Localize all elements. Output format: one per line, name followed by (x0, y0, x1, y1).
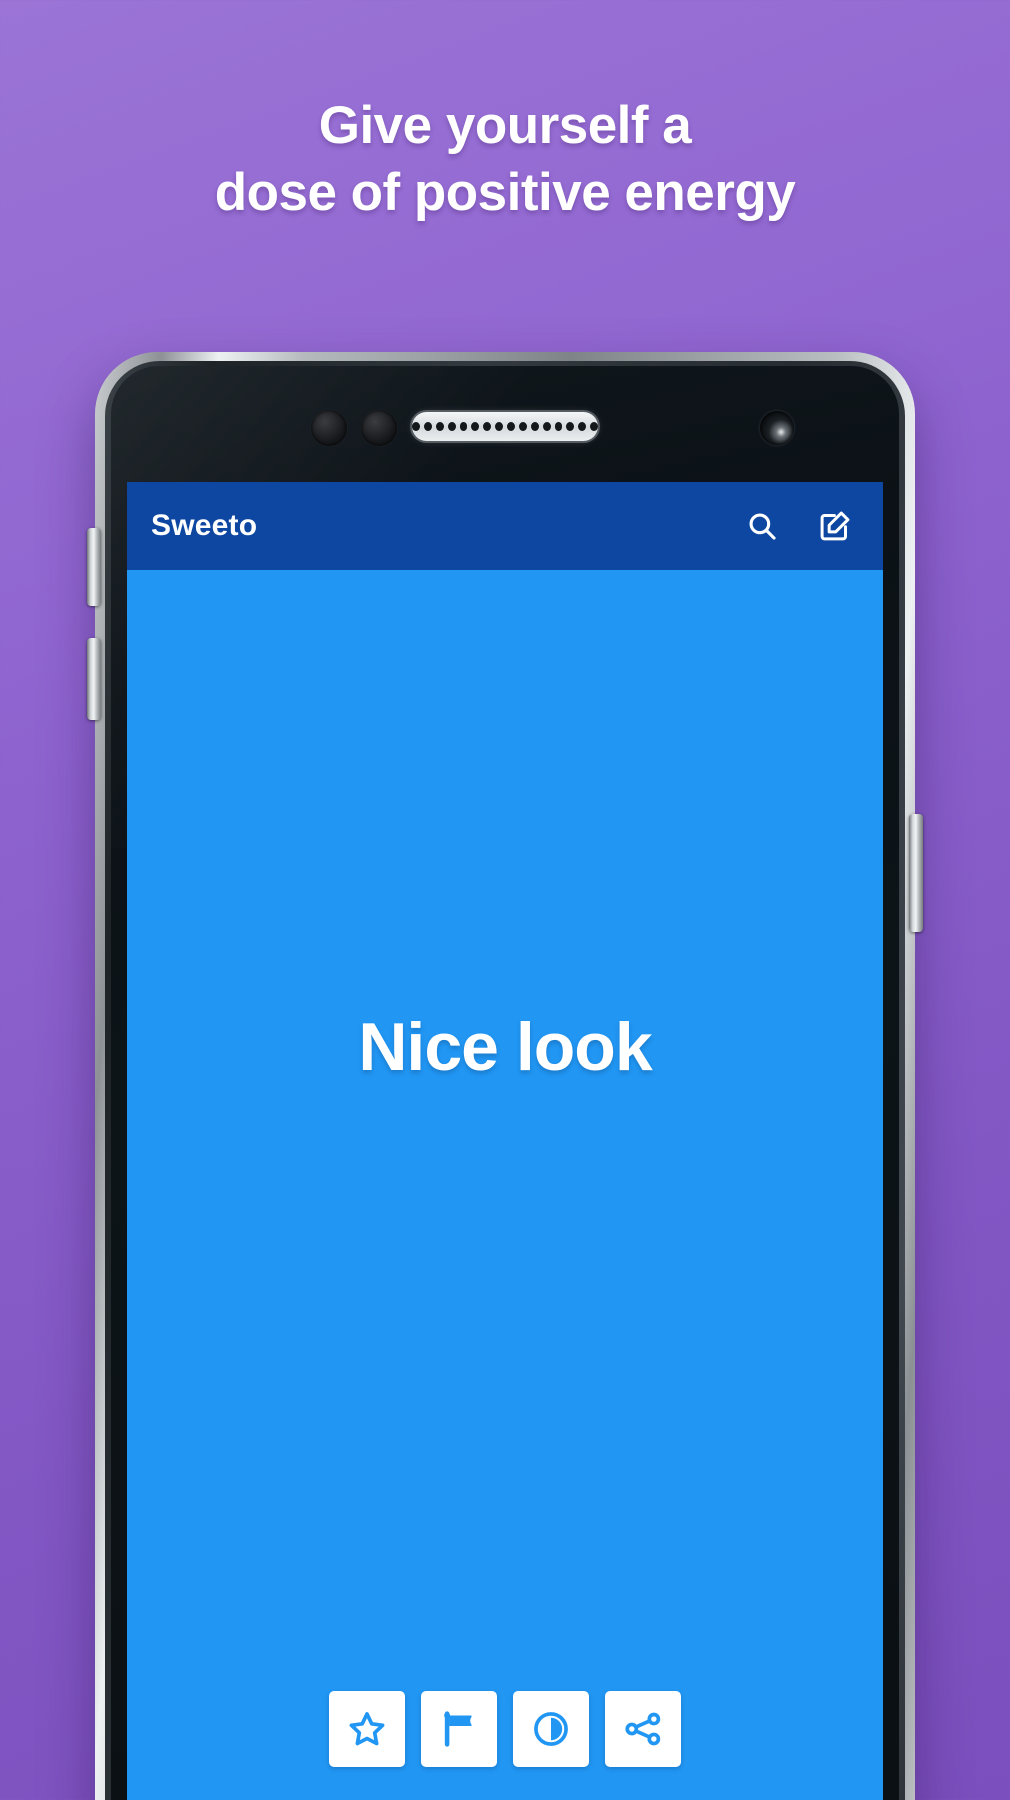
light-sensor-icon (361, 410, 397, 446)
contrast-icon (530, 1708, 572, 1750)
phone-mockup: Sweeto Nice look (87, 352, 923, 1800)
flag-icon (438, 1708, 480, 1750)
volume-down-button[interactable] (87, 638, 101, 720)
app-screen: Sweeto Nice look (127, 482, 883, 1800)
app-title: Sweeto (151, 509, 258, 542)
compose-icon[interactable] (817, 508, 853, 544)
volume-up-button[interactable] (87, 528, 101, 606)
phone-front-glass: Sweeto Nice look (111, 366, 899, 1800)
share-icon (622, 1708, 664, 1750)
search-icon[interactable] (745, 509, 779, 543)
flag-button[interactable] (421, 1691, 497, 1767)
star-outline-icon (346, 1708, 388, 1750)
action-button-row (127, 1691, 883, 1767)
share-button[interactable] (605, 1691, 681, 1767)
power-button[interactable] (909, 814, 923, 932)
headline-line-2: dose of positive energy (214, 163, 796, 223)
front-camera-icon (760, 411, 794, 445)
app-content: Nice look (127, 570, 883, 1800)
earpiece-speaker-icon (412, 412, 598, 441)
promo-headline: Give yourself a dose of positive energy (0, 92, 1010, 227)
favorite-button[interactable] (329, 1691, 405, 1767)
quote-text: Nice look (358, 1009, 652, 1085)
theme-button[interactable] (513, 1691, 589, 1767)
proximity-sensor-icon (311, 410, 347, 446)
phone-sensor-row (111, 410, 899, 450)
app-bar: Sweeto (127, 482, 883, 570)
headline-line-1: Give yourself a (318, 96, 692, 155)
app-bar-actions (745, 508, 859, 544)
